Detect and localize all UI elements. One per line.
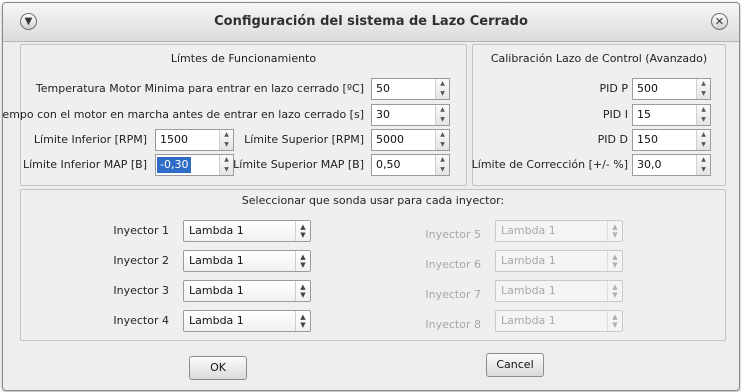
lower-rpm-value: 1500	[160, 133, 188, 146]
injector-3-label: Inyector 3	[113, 284, 169, 297]
time-value: 30	[376, 108, 390, 121]
lower-rpm-spinbox[interactable]: 1500 ▲ ▼	[155, 129, 234, 151]
injector-5-select: Lambda 1 ▲ ▼	[495, 220, 623, 242]
updown-arrows-icon: ▲ ▼	[607, 221, 622, 241]
window-title: Configuración del sistema de Lazo Cerrad…	[214, 14, 528, 29]
calibration-group: Calibración Lazo de Control (Avanzado) P…	[472, 44, 726, 186]
injector-3-value: Lambda 1	[189, 284, 244, 297]
calibration-group-title: Calibración Lazo de Control (Avanzado)	[490, 52, 708, 65]
correction-spinbox[interactable]: 30,0 ▲ ▼	[632, 154, 711, 176]
spin-up-icon[interactable]: ▲	[697, 130, 710, 140]
injector-6-label: Inyector 6	[425, 258, 481, 271]
upper-rpm-label: Límite Superior [RPM]	[244, 133, 364, 146]
injector-7-select: Lambda 1 ▲ ▼	[495, 280, 623, 302]
temp-min-value: 50	[376, 82, 390, 95]
pid-i-label: PID I	[602, 108, 628, 121]
injector-8-label: Inyector 8	[425, 318, 481, 331]
pid-d-value: 150	[637, 133, 658, 146]
upper-map-value: 0,50	[376, 158, 401, 171]
spin-up-icon[interactable]: ▲	[697, 105, 710, 115]
close-icon: ✕	[714, 15, 725, 28]
spin-up-icon[interactable]: ▲	[436, 79, 449, 89]
time-label: Tiempo con el motor en marcha antes de e…	[2, 108, 364, 121]
injector-1-value: Lambda 1	[189, 224, 244, 237]
updown-arrows-icon: ▲ ▼	[295, 281, 310, 301]
injector-5-value: Lambda 1	[501, 224, 556, 237]
spin-up-icon[interactable]: ▲	[697, 79, 710, 89]
pid-d-spinbox[interactable]: 150 ▲ ▼	[632, 129, 711, 151]
updown-arrows-icon: ▲ ▼	[607, 281, 622, 301]
pid-d-label: PID D	[597, 133, 628, 146]
injector-8-select: Lambda 1 ▲ ▼	[495, 310, 623, 332]
spin-down-icon[interactable]: ▼	[436, 115, 449, 125]
spin-up-icon[interactable]: ▲	[436, 130, 449, 140]
lower-rpm-label: Límite Inferior [RPM]	[33, 133, 147, 146]
lower-map-value: -0,30	[157, 157, 192, 173]
title-bar: ▼ Configuración del sistema de Lazo Cerr…	[3, 3, 739, 42]
limits-group-title: Límtes de Funcionamiento	[170, 52, 317, 65]
spin-down-icon[interactable]: ▼	[697, 165, 710, 175]
updown-arrows-icon: ▲ ▼	[607, 311, 622, 331]
updown-arrows-icon: ▲ ▼	[295, 311, 310, 331]
spin-down-icon[interactable]: ▼	[436, 165, 449, 175]
spin-down-icon[interactable]: ▼	[436, 89, 449, 99]
ok-button[interactable]: OK	[189, 356, 247, 380]
updown-arrows-icon: ▲ ▼	[607, 251, 622, 271]
spin-down-icon[interactable]: ▼	[697, 140, 710, 150]
pid-i-value: 15	[637, 108, 651, 121]
spin-up-icon[interactable]: ▲	[436, 105, 449, 115]
injector-1-label: Inyector 1	[113, 224, 169, 237]
upper-map-spinbox[interactable]: 0,50 ▲ ▼	[371, 154, 450, 176]
lower-map-spinbox[interactable]: -0,30 ▲ ▼	[155, 154, 234, 176]
spin-down-icon[interactable]: ▼	[220, 165, 233, 175]
injector-2-label: Inyector 2	[113, 254, 169, 267]
spin-up-icon[interactable]: ▲	[436, 155, 449, 165]
updown-arrows-icon: ▲ ▼	[295, 221, 310, 241]
injector-7-label: Inyector 7	[425, 288, 481, 301]
injector-7-value: Lambda 1	[501, 284, 556, 297]
upper-rpm-spinbox[interactable]: 5000 ▲ ▼	[371, 129, 450, 151]
temp-min-spinbox[interactable]: 50 ▲ ▼	[371, 78, 450, 100]
injector-2-value: Lambda 1	[189, 254, 244, 267]
updown-arrows-icon: ▲ ▼	[295, 251, 310, 271]
close-button[interactable]: ✕	[711, 13, 728, 30]
injector-2-select[interactable]: Lambda 1 ▲ ▼	[183, 250, 311, 272]
limits-group: Límtes de Funcionamiento Temperatura Mot…	[3, 44, 467, 186]
injector-6-select: Lambda 1 ▲ ▼	[495, 250, 623, 272]
config-dialog: ▼ Configuración del sistema de Lazo Cerr…	[2, 2, 740, 391]
injector-4-value: Lambda 1	[189, 314, 244, 327]
injector-8-value: Lambda 1	[501, 314, 556, 327]
injector-6-value: Lambda 1	[501, 254, 556, 267]
spin-down-icon[interactable]: ▼	[697, 115, 710, 125]
lower-map-label: Límite Inferior MAP [B]	[23, 158, 147, 171]
injector-1-select[interactable]: Lambda 1 ▲ ▼	[183, 220, 311, 242]
injector-4-select[interactable]: Lambda 1 ▲ ▼	[183, 310, 311, 332]
injectors-group-title: Seleccionar que sonda usar para cada iny…	[241, 194, 505, 207]
pid-p-spinbox[interactable]: 500 ▲ ▼	[632, 78, 711, 100]
pid-p-value: 500	[637, 82, 658, 95]
spin-down-icon[interactable]: ▼	[436, 140, 449, 150]
spin-up-icon[interactable]: ▲	[220, 130, 233, 140]
spin-down-icon[interactable]: ▼	[697, 89, 710, 99]
upper-rpm-value: 5000	[376, 133, 404, 146]
correction-label: Límite de Corrección [+/- %]	[471, 158, 628, 171]
correction-value: 30,0	[637, 158, 662, 171]
time-spinbox[interactable]: 30 ▲ ▼	[371, 104, 450, 126]
upper-map-label: Límite Superior MAP [B]	[233, 158, 364, 171]
pid-i-spinbox[interactable]: 15 ▲ ▼	[632, 104, 711, 126]
temp-min-label: Temperatura Motor Minima para entrar en …	[35, 82, 364, 95]
injector-4-label: Inyector 4	[113, 314, 169, 327]
spin-up-icon[interactable]: ▲	[220, 155, 233, 165]
cancel-button[interactable]: Cancel	[486, 353, 544, 377]
spin-up-icon[interactable]: ▲	[697, 155, 710, 165]
pid-p-label: PID P	[599, 82, 628, 95]
spin-down-icon[interactable]: ▼	[220, 140, 233, 150]
injector-3-select[interactable]: Lambda 1 ▲ ▼	[183, 280, 311, 302]
injectors-group: Seleccionar que sonda usar para cada iny…	[20, 189, 726, 341]
injector-5-label: Inyector 5	[425, 228, 481, 241]
